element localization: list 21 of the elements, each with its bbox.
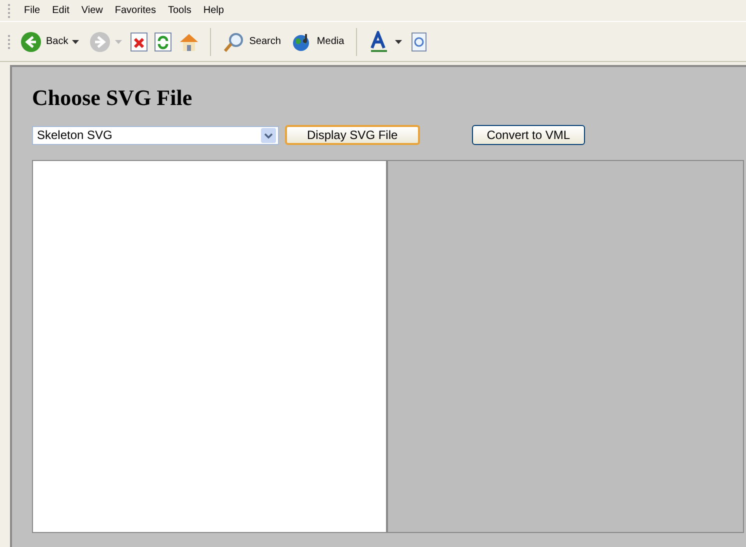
menu-item[interactable]: Help: [203, 5, 224, 16]
back-button[interactable]: Back: [18, 30, 82, 52]
search-button[interactable]: Search: [221, 30, 283, 52]
menu-item[interactable]: Tools: [168, 5, 192, 16]
menu-item[interactable]: View: [81, 5, 103, 16]
file-dropdown[interactable]: Skeleton SVG: [32, 126, 279, 144]
caret-icon: [72, 40, 80, 44]
page-title: Choose SVG File: [32, 85, 194, 111]
search-icon: [223, 30, 246, 52]
menu-item[interactable]: File: [24, 5, 40, 16]
stop-icon[interactable]: [130, 32, 148, 52]
menu-item[interactable]: Edit: [52, 5, 70, 16]
caret-icon: [395, 40, 402, 44]
action-button[interactable]: Convert to VML: [472, 125, 586, 145]
menu-item[interactable]: Favorites: [114, 5, 156, 16]
caret-icon: [115, 40, 122, 44]
refresh-icon[interactable]: [154, 32, 172, 52]
media-button[interactable]: Media: [288, 30, 346, 52]
action-button[interactable]: Display SVG File: [285, 125, 420, 145]
page-icon[interactable]: [410, 32, 428, 52]
home-icon[interactable]: [178, 32, 200, 52]
